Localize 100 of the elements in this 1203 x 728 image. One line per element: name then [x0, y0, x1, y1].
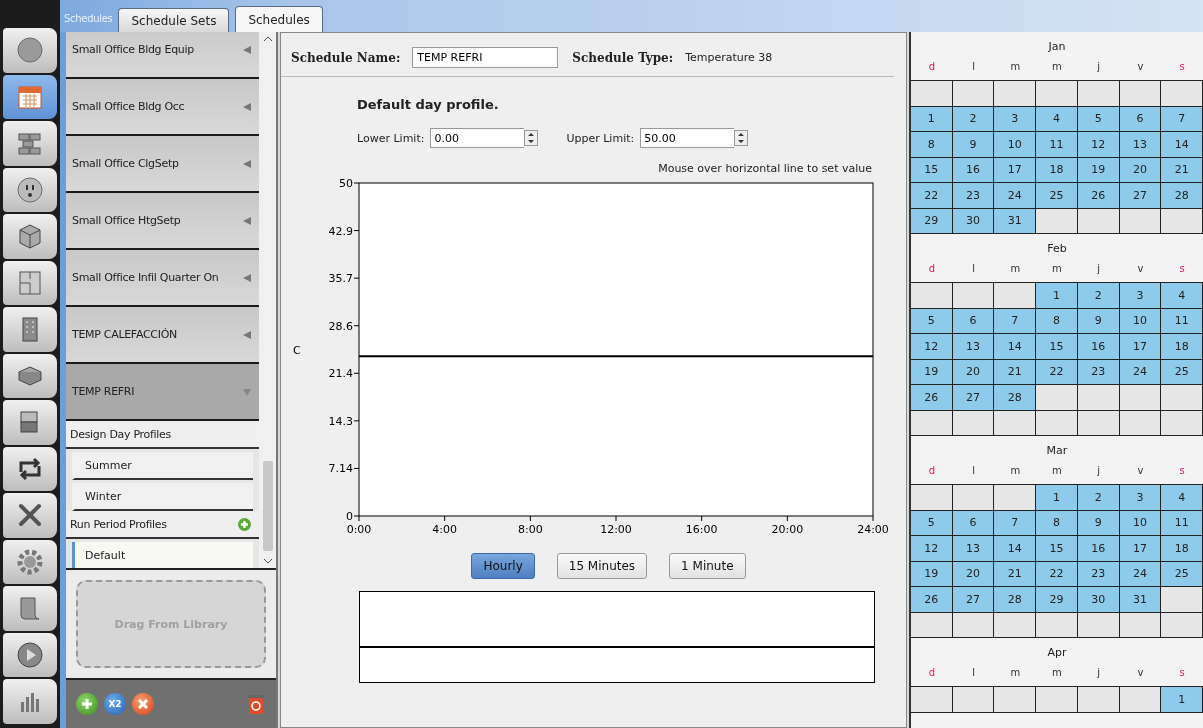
profile-item[interactable]: Summer — [72, 452, 253, 480]
calendar-day[interactable]: 10 — [994, 132, 1037, 157]
calendar-day[interactable]: 7 — [994, 308, 1037, 333]
lower-limit-field[interactable]: 0.00 — [430, 128, 525, 148]
tab[interactable]: Schedules — [235, 6, 323, 32]
calendar-day[interactable]: 28 — [994, 385, 1037, 410]
calendar-day[interactable]: 7 — [1161, 106, 1203, 131]
spinner-icon[interactable] — [734, 130, 749, 146]
calendar-day[interactable]: 14 — [1161, 132, 1203, 157]
trash-button[interactable] — [246, 693, 266, 715]
calendar-day[interactable]: 27 — [952, 385, 995, 410]
calendar-day[interactable]: 4 — [1161, 485, 1203, 510]
schedule-item[interactable]: TEMP REFRI — [66, 364, 259, 421]
calendar-day[interactable]: 1 — [911, 106, 953, 131]
upper-limit-field[interactable]: 50.00 — [640, 128, 735, 148]
calendar-day[interactable]: 9 — [952, 132, 995, 157]
schedule-item[interactable]: Small Office Infil Quarter On — [66, 250, 259, 307]
calendar-day[interactable]: 27 — [1119, 183, 1162, 208]
calendar-day[interactable]: 21 — [994, 359, 1037, 384]
calendar-day[interactable]: 7 — [994, 510, 1037, 535]
schedule-item[interactable]: Small Office ClgSetp — [66, 136, 259, 193]
calendar-day[interactable]: 5 — [911, 510, 953, 535]
calendar-day[interactable]: 11 — [1161, 510, 1203, 535]
calendar-day[interactable]: 21 — [994, 561, 1037, 586]
schedule-item[interactable]: Small Office Bldg Occ — [66, 79, 259, 136]
calendar-day[interactable]: 12 — [1077, 132, 1120, 157]
scrollbar[interactable] — [259, 32, 276, 568]
calendar-day[interactable]: 1 — [1036, 283, 1078, 308]
calendar-day[interactable]: 2 — [1077, 485, 1120, 510]
calendar-day[interactable]: 28 — [994, 587, 1037, 612]
calendar-day[interactable]: 18 — [1161, 536, 1203, 561]
resolution-button[interactable]: Hourly — [471, 553, 535, 579]
calendar-day[interactable]: 11 — [1161, 308, 1203, 333]
calendar-day[interactable]: 30 — [1077, 587, 1120, 612]
nav-tab[interactable] — [3, 493, 57, 538]
nav-tab[interactable] — [3, 353, 57, 398]
calendar-day[interactable]: 22 — [911, 183, 953, 208]
schedule-name-field[interactable]: TEMP REFRI — [412, 47, 559, 68]
calendar-day[interactable]: 14 — [994, 334, 1037, 359]
nav-tab[interactable] — [3, 260, 57, 305]
tab[interactable]: Schedule Sets — [118, 8, 230, 32]
calendar-day[interactable]: 19 — [911, 561, 953, 586]
calendar-day[interactable]: 25 — [1036, 183, 1078, 208]
calendar-day[interactable]: 2 — [1077, 283, 1120, 308]
schedule-item[interactable]: TEMP CALEFACCIÓN — [66, 307, 259, 364]
calendar-day[interactable]: 26 — [911, 587, 953, 612]
calendar-day[interactable]: 17 — [1119, 536, 1162, 561]
calendar-day[interactable]: 31 — [994, 208, 1037, 233]
calendar-day[interactable]: 4 — [1161, 283, 1203, 308]
calendar-day[interactable]: 23 — [952, 183, 995, 208]
calendar-day[interactable]: 17 — [1119, 334, 1162, 359]
add-button[interactable] — [76, 693, 98, 715]
calendar-day[interactable]: 17 — [994, 157, 1037, 182]
profile-item[interactable]: Default — [72, 542, 253, 568]
calendar-day[interactable]: 8 — [1036, 308, 1078, 333]
schedule-item[interactable]: Small Office Bldg Equip — [66, 32, 259, 79]
add-icon[interactable] — [238, 517, 251, 531]
calendar-day[interactable]: 1 — [1036, 485, 1078, 510]
calendar-day[interactable]: 26 — [1077, 183, 1120, 208]
calendar-day[interactable]: 19 — [911, 359, 953, 384]
calendar-day[interactable]: 16 — [1077, 334, 1120, 359]
remove-button[interactable] — [132, 693, 154, 715]
calendar-day[interactable]: 16 — [1077, 536, 1120, 561]
calendar-day[interactable]: 18 — [1036, 157, 1078, 182]
calendar-day[interactable]: 1 — [1161, 687, 1203, 712]
calendar-day[interactable]: 26 — [911, 385, 953, 410]
nav-tab[interactable] — [3, 446, 57, 491]
scrollbar-thumb[interactable] — [262, 461, 273, 551]
calendar-day[interactable]: 3 — [1119, 283, 1162, 308]
calendar-day[interactable]: 29 — [911, 208, 953, 233]
profile-item[interactable]: Winter — [72, 483, 253, 511]
calendar-day[interactable]: 13 — [952, 536, 995, 561]
calendar-day[interactable]: 13 — [1119, 132, 1162, 157]
calendar-day[interactable]: 4 — [1036, 106, 1078, 131]
calendar-day[interactable]: 28 — [1161, 183, 1203, 208]
profile-line[interactable] — [358, 355, 874, 358]
nav-tab[interactable] — [3, 632, 57, 677]
calendar-day[interactable]: 25 — [1161, 359, 1203, 384]
calendar-day[interactable]: 29 — [1036, 587, 1078, 612]
calendar-day[interactable]: 25 — [1161, 561, 1203, 586]
calendar-day[interactable]: 22 — [1036, 359, 1078, 384]
calendar-day[interactable]: 22 — [1036, 561, 1078, 586]
nav-tab[interactable] — [3, 167, 57, 212]
calendar-day[interactable]: 15 — [1036, 334, 1078, 359]
calendar-day[interactable]: 24 — [994, 183, 1037, 208]
calendar-day[interactable]: 11 — [1036, 132, 1078, 157]
calendar-day[interactable]: 5 — [911, 308, 953, 333]
calendar-day[interactable]: 15 — [911, 157, 953, 182]
calendar-day[interactable]: 15 — [1036, 536, 1078, 561]
calendar-day[interactable]: 8 — [1036, 510, 1078, 535]
calendar-day[interactable]: 3 — [1119, 485, 1162, 510]
resolution-button[interactable]: 1 Minute — [669, 553, 746, 579]
schedule-item[interactable]: Small Office HtgSetp — [66, 193, 259, 250]
calendar-day[interactable]: 31 — [1119, 587, 1162, 612]
spinner-icon[interactable] — [524, 130, 539, 146]
calendar-day[interactable]: 27 — [952, 587, 995, 612]
calendar-day[interactable]: 12 — [911, 334, 953, 359]
calendar-day[interactable]: 12 — [911, 536, 953, 561]
nav-tab[interactable] — [3, 539, 57, 584]
calendar-day[interactable]: 8 — [911, 132, 953, 157]
